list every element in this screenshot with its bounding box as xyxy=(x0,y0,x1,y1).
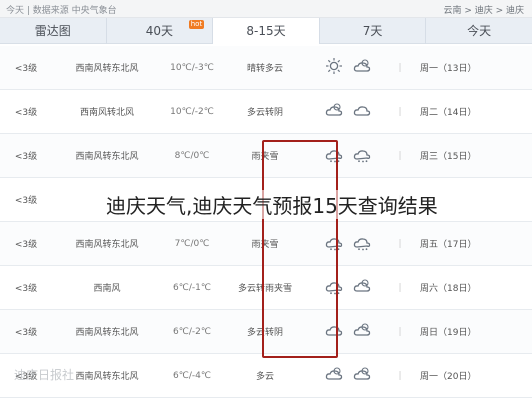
sun-icon xyxy=(324,57,344,78)
wind-level: <3级 xyxy=(14,196,38,206)
wind-level: <3级 xyxy=(14,328,38,338)
row-divider: | xyxy=(398,238,402,249)
day-label: 周一（13日） xyxy=(420,64,477,74)
cloudy-icon xyxy=(324,321,344,342)
hot-badge: hot xyxy=(188,20,205,29)
day-label: 周日（19日） xyxy=(420,328,477,338)
tab-40-day[interactable]: 40天 hot xyxy=(107,18,214,44)
day-label: 周六（18日） xyxy=(420,284,477,294)
tab-radar[interactable]: 雷达图 xyxy=(0,18,107,44)
temperature-range: 7℃/0℃ xyxy=(174,238,210,249)
weather-condition: 雨夹雪 xyxy=(251,240,279,250)
overlay-title: 迪庆天气,迪庆天气预报15天查询结果 xyxy=(104,190,440,219)
wind-direction: 西南风转东北风 xyxy=(75,152,139,162)
wind-direction: 西南风转东北风 xyxy=(75,240,139,250)
wind-direction: 西南风转东北风 xyxy=(75,328,139,338)
row-divider: | xyxy=(398,106,402,117)
wind-direction: 西南风转东北风 xyxy=(75,64,139,74)
forecast-row: <3级 西南风转北风 10℃/-2℃ 多云转阴 | 周二（14日） xyxy=(0,90,532,134)
forecast-row: <3级 西南风 6℃/-1℃ 多云转雨夹雪 | 周六（18日） xyxy=(0,266,532,310)
wind-direction: 西南风 xyxy=(93,284,121,294)
row-divider: | xyxy=(398,282,402,293)
wind-level: <3级 xyxy=(14,108,38,118)
day-label: 周二（14日） xyxy=(420,108,477,118)
temperature-range: 6℃/-1℃ xyxy=(173,282,211,293)
forecast-tabs: 雷达图 40天 hot 8-15天 7天 今天 xyxy=(0,18,532,44)
temperature-range: 10℃/-2℃ xyxy=(170,106,214,117)
wind-level: <3级 xyxy=(14,240,38,250)
row-divider: | xyxy=(398,326,402,337)
tab-label: 今天 xyxy=(467,24,492,38)
tab-label: 8-15天 xyxy=(246,24,286,38)
partly-cloudy-icon xyxy=(352,57,372,78)
data-source-label: 今天 | 数据来源 中央气象台 xyxy=(6,6,117,16)
tab-7-day[interactable]: 7天 xyxy=(320,18,427,44)
wind-level: <3级 xyxy=(14,64,38,74)
temperature-range: 6℃/-4℃ xyxy=(173,370,211,381)
location-breadcrumb[interactable]: 云南 > 迪庆 > 迪庆 xyxy=(443,3,524,16)
weather-icons xyxy=(308,57,388,78)
day-label: 周一（20日） xyxy=(420,372,477,382)
weather-icons xyxy=(308,233,388,254)
weather-icons xyxy=(308,321,388,342)
temperature-range: 6℃/-2℃ xyxy=(173,326,211,337)
tab-label: 40天 xyxy=(145,24,174,38)
forecast-row: <3级 西南风转东北风 10℃/-3℃ 晴转多云 | 周一（13日） xyxy=(0,46,532,90)
tab-today[interactable]: 今天 xyxy=(426,18,532,44)
weather-icons xyxy=(308,365,388,386)
wind-level: <3级 xyxy=(14,284,38,294)
sleet-icon xyxy=(324,233,344,254)
weather-icons xyxy=(308,277,388,298)
forecast-row: <3级 西南风转东北风 8℃/0℃ 雨夹雪 | 周三（15日） xyxy=(0,134,532,178)
row-divider: | xyxy=(398,150,402,161)
row-divider: | xyxy=(398,62,402,73)
row-divider: | xyxy=(398,370,402,381)
partly-cloudy-icon xyxy=(324,101,344,122)
tab-label: 7天 xyxy=(362,24,383,38)
weather-condition: 晴转多云 xyxy=(246,64,283,74)
partly-cloudy-icon xyxy=(352,277,372,298)
weather-condition: 多云转阴 xyxy=(246,108,283,118)
forecast-table: <3级 西南风转东北风 10℃/-3℃ 晴转多云 | 周一（13日） <3级 西南风转北风 10… xyxy=(0,46,532,398)
forecast-row: <3级 西南风转东北风 6℃/-2℃ 多云转阴 | 周日（19日） xyxy=(0,310,532,354)
watermark: 迪庆日报社 xyxy=(14,368,75,382)
weather-condition: 雨夹雪 xyxy=(251,152,279,162)
sleet-icon xyxy=(324,277,344,298)
temperature-range: 8℃/0℃ xyxy=(174,150,210,161)
day-label: 周三（15日） xyxy=(420,152,477,162)
weather-condition: 多云转雨夹雪 xyxy=(237,284,292,294)
weather-condition: 多云 xyxy=(255,372,274,382)
temperature-range: 10℃/-3℃ xyxy=(170,62,214,73)
wind-level: <3级 xyxy=(14,152,38,162)
wind-direction: 西南风转北风 xyxy=(79,108,134,118)
weather-icons xyxy=(308,145,388,166)
partly-cloudy-icon xyxy=(352,365,372,386)
tab-label: 雷达图 xyxy=(34,24,71,38)
partly-cloudy-icon xyxy=(352,321,372,342)
forecast-row: <3级 西南风转东北风 6℃/-4℃ 多云 | 周一（20日） xyxy=(0,354,532,398)
weather-icons xyxy=(308,101,388,122)
partly-cloudy-icon xyxy=(324,365,344,386)
weather-condition: 多云转阴 xyxy=(246,328,283,338)
day-label: 周五（17日） xyxy=(420,240,477,250)
cloudy-icon xyxy=(352,101,372,122)
sleet-icon xyxy=(324,145,344,166)
top-bar: 今天 | 数据来源 中央气象台 云南 > 迪庆 > 迪庆 xyxy=(0,0,532,18)
tab-8-15-day[interactable]: 8-15天 xyxy=(213,18,320,44)
sleet-icon xyxy=(352,145,372,166)
sleet-icon xyxy=(352,233,372,254)
forecast-row: <3级 西南风转东北风 7℃/0℃ 雨夹雪 | 周五（17日） xyxy=(0,222,532,266)
